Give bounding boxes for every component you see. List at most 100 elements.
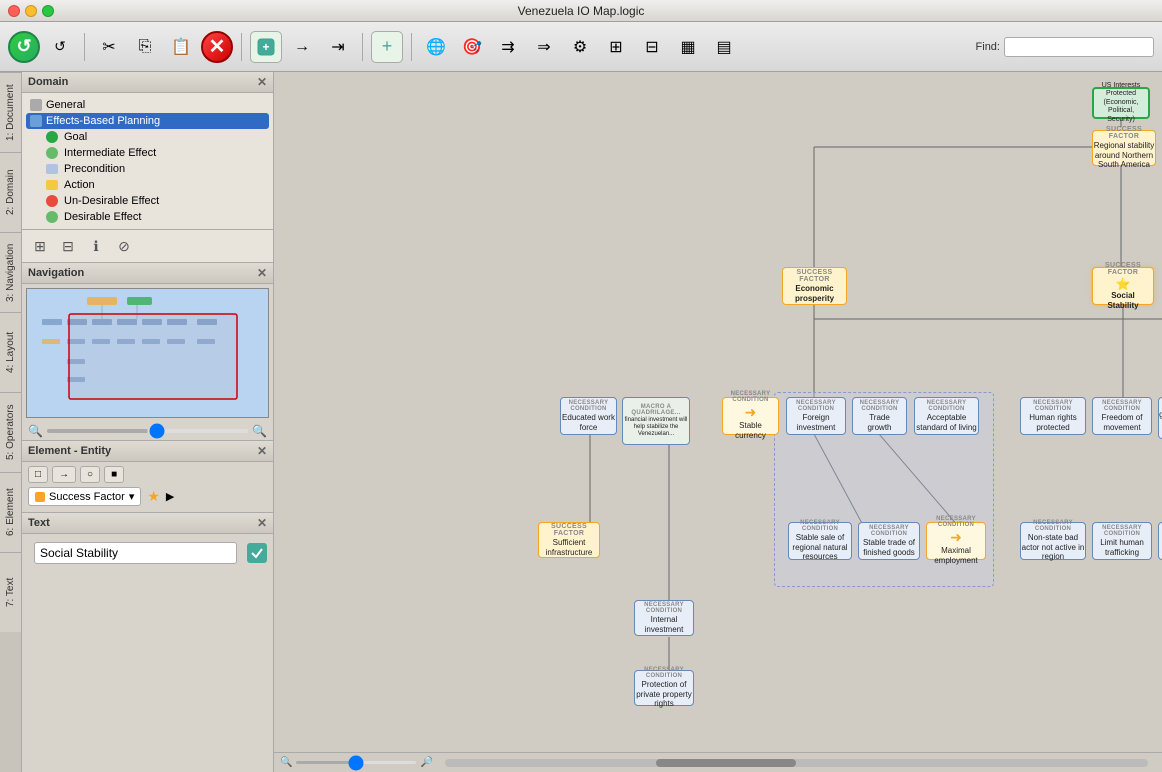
node-nc-natural-resources[interactable]: Necessary Condition Stable sale of regio… (788, 522, 852, 560)
domain-close[interactable]: ✕ (257, 75, 267, 89)
node-nc-property[interactable]: Necessary Condition Protection of privat… (634, 670, 694, 706)
canvas-zoom-minus[interactable]: 🔍 (280, 757, 292, 768)
cut-button[interactable]: ✂ (93, 31, 125, 63)
sub-item-desirable[interactable]: Desirable Effect (26, 209, 269, 225)
node-nc-human-rights[interactable]: Necessary Condition Human rights protect… (1020, 397, 1086, 435)
paste-button[interactable]: 📋 (165, 31, 197, 63)
remove-domain-icon[interactable]: ⊟ (56, 234, 80, 258)
canvas-scrollbar-thumb[interactable] (656, 759, 797, 767)
target-button[interactable]: 🎯 (456, 31, 488, 63)
zoom-minus-icon[interactable]: 🔍 (28, 424, 43, 438)
add-domain-icon[interactable]: ⊞ (28, 234, 52, 258)
navigation-close[interactable]: ✕ (257, 266, 267, 280)
tab-text[interactable]: 7: Text (0, 552, 21, 632)
node-goal[interactable]: US Interests Protected (Economic, Politi… (1092, 87, 1150, 119)
text-input[interactable] (34, 542, 237, 564)
no-icon[interactable]: ⊘ (112, 234, 136, 258)
intermediate-label: Intermediate Effect (64, 147, 156, 159)
node-nc-workforce[interactable]: Necessary Condition Educated work force (560, 397, 617, 435)
minimize-button[interactable] (25, 5, 37, 17)
element-type-select[interactable]: Success Factor ▾ (28, 487, 141, 506)
node-nc-freedom[interactable]: Necessary Condition Freedom of movement (1092, 397, 1152, 435)
sub-item-goal[interactable]: Goal (26, 129, 269, 145)
flow2-button[interactable]: ⇒ (528, 31, 560, 63)
info-domain-icon[interactable]: ℹ (84, 234, 108, 258)
tab-document[interactable]: 1: Document (0, 72, 21, 152)
node-nc-maximal-employment[interactable]: Necessary Condition ➜ Maximalemployment (926, 522, 986, 560)
settings-button[interactable]: ⚙ (564, 31, 596, 63)
node-nc-transnational[interactable]: Necessary Condition No belligerent trans… (1158, 522, 1162, 560)
element-arrow-btn[interactable]: → (52, 466, 76, 483)
panel-button[interactable]: ▤ (708, 31, 740, 63)
node-sf-regional[interactable]: Success Factor Regional stabilityaround … (1092, 130, 1156, 166)
sub-item-intermediate[interactable]: Intermediate Effect (26, 145, 269, 161)
sub-item-action[interactable]: Action (26, 177, 269, 193)
traffic-lights (8, 5, 54, 17)
copy-button[interactable]: ⎘ (129, 31, 161, 63)
tab-element[interactable]: 6: Element (0, 472, 21, 552)
domain-general-label: General (46, 99, 85, 111)
desirable-label: Desirable Effect (64, 211, 141, 223)
arrow-button[interactable]: → (286, 31, 318, 63)
node-sf-social[interactable]: Success Factor ⭐ SocialStability (1092, 267, 1154, 305)
element-circle-btn[interactable]: ○ (80, 466, 100, 483)
domain-item-general[interactable]: General (26, 97, 269, 113)
node-nc-trade-goods[interactable]: Necessary Condition Stable trade of fini… (858, 522, 920, 560)
node-nc-investment[interactable]: Necessary Condition Internal investment (634, 600, 694, 636)
text-confirm-btn[interactable] (247, 543, 267, 563)
domain-header: Domain ✕ (22, 72, 273, 93)
zoom-plus-icon[interactable]: 🔍 (252, 424, 267, 438)
main-area: 1: Document 2: Domain 3: Navigation 4: L… (0, 72, 1162, 772)
find-input[interactable] (1004, 37, 1154, 57)
maximize-button[interactable] (42, 5, 54, 17)
export-button[interactable]: ⇥ (322, 31, 354, 63)
globe-button[interactable]: 🌐 (420, 31, 452, 63)
text-close[interactable]: ✕ (257, 516, 267, 530)
element-fill-btn[interactable]: ■ (104, 466, 124, 483)
grid-button[interactable]: ⊞ (600, 31, 632, 63)
tab-operators[interactable]: 5: Operators (0, 392, 21, 472)
view-button[interactable]: ▦ (672, 31, 704, 63)
domain-effects-label: Effects-Based Planning (46, 115, 160, 127)
add-button[interactable]: + (250, 31, 282, 63)
domain-item-effects[interactable]: Effects-Based Planning (26, 113, 269, 129)
refresh-button[interactable]: ↺ (8, 31, 40, 63)
close-button[interactable] (8, 5, 20, 17)
main-canvas[interactable]: US Interests Protected (Economic, Politi… (274, 72, 1162, 772)
element-next-icon[interactable]: ▶ (166, 490, 174, 503)
star-icon: ★ (147, 488, 160, 505)
element-dot (35, 492, 45, 502)
stop-button[interactable]: ✕ (201, 31, 233, 63)
node-nc-nonstate[interactable]: Necessary Condition Non-state bad actor … (1020, 522, 1086, 560)
node-nc-foreign[interactable]: Necessary Condition Foreigninvestment (786, 397, 846, 435)
layout-button[interactable]: ⊟ (636, 31, 668, 63)
sub-item-precondition[interactable]: Precondition (26, 161, 269, 177)
left-panel: Domain ✕ General Effects-Based Planning … (22, 72, 274, 772)
canvas-zoom-slider[interactable] (296, 761, 416, 764)
canvas-scrollbar-track (445, 759, 1148, 767)
undesirable-label: Un-Desirable Effect (64, 195, 159, 207)
element-toolbar: □ → ○ ■ (22, 462, 273, 487)
element-rect-btn[interactable]: □ (28, 466, 48, 483)
element-selector: Success Factor ▾ ★ ▶ (22, 487, 273, 512)
text-extra (22, 572, 273, 622)
tab-layout[interactable]: 4: Layout (0, 312, 21, 392)
node-nc-human-trafficking[interactable]: Necessary Condition Limit human traffick… (1092, 522, 1152, 560)
back-button[interactable]: ↺ (44, 31, 76, 63)
tab-domain[interactable]: 2: Domain (0, 152, 21, 232)
navigation-canvas[interactable] (26, 288, 269, 418)
node-nc-macra[interactable]: Macro a Quadrilage... financial investme… (622, 397, 690, 445)
canvas-zoom-plus[interactable]: 🔎 (420, 757, 432, 768)
nav-zoom-slider[interactable] (47, 429, 248, 433)
node-nc-trade[interactable]: Necessary Condition Tradegrowth (852, 397, 907, 435)
element-close[interactable]: ✕ (257, 444, 267, 458)
tab-navigation[interactable]: 3: Navigation (0, 232, 21, 312)
flow-button[interactable]: ⇉ (492, 31, 524, 63)
node-nc-standard[interactable]: Necessary Condition Acceptable standard … (914, 397, 979, 435)
node-sf-economic[interactable]: Success Factor Economicprosperity (782, 267, 847, 305)
node-nc-stable-currency[interactable]: Necessary Condition ➜ Stablecurrency (722, 397, 779, 435)
add2-button[interactable]: + (371, 31, 403, 63)
node-sf-infra[interactable]: Success Factor Sufficientinfrastructure (538, 522, 600, 558)
node-nc-regional-govt[interactable]: Necessary Condition Regional governments… (1158, 397, 1162, 439)
sub-item-undesirable[interactable]: Un-Desirable Effect (26, 193, 269, 209)
